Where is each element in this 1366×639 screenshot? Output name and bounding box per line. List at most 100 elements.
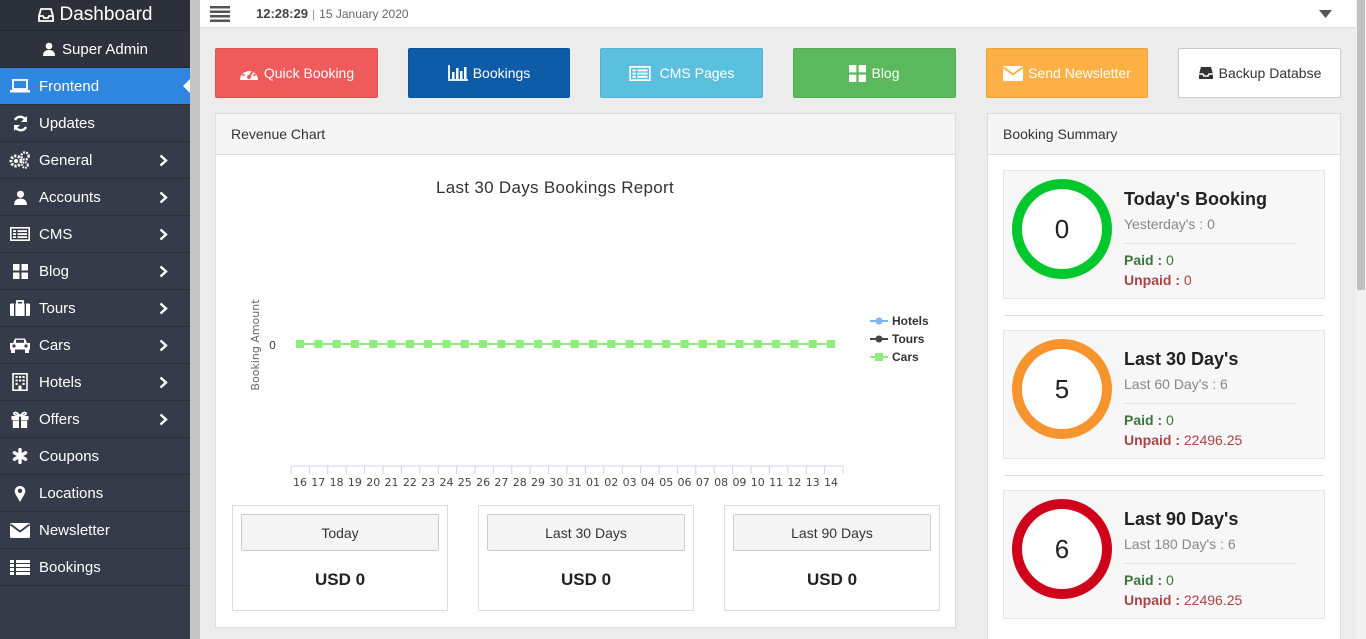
sidebar-item-label: Tours <box>39 299 76 317</box>
sidebar-item-offers[interactable]: Offers <box>0 401 190 438</box>
envelope-icon <box>1003 65 1024 81</box>
data-point[interactable] <box>442 340 451 348</box>
data-point[interactable] <box>753 340 762 348</box>
bookings-button[interactable]: Bookings <box>408 48 570 98</box>
stat-last-90-days-button[interactable]: Last 90 Days <box>733 514 931 551</box>
backup-database-button[interactable]: Backup Databse <box>1178 48 1341 98</box>
data-point[interactable] <box>680 340 689 348</box>
sidebar-item-cms[interactable]: CMS <box>0 216 190 253</box>
data-point[interactable] <box>607 340 616 348</box>
x-tick-label: 10 <box>751 476 765 489</box>
data-point[interactable] <box>570 340 579 348</box>
x-tick-label: 16 <box>293 476 307 489</box>
sidebar-item-hotels[interactable]: Hotels <box>0 364 190 401</box>
x-tick-label: 12 <box>787 476 801 489</box>
data-point[interactable] <box>387 340 396 348</box>
sidebar-item-frontend[interactable]: Frontend <box>0 68 190 105</box>
data-point[interactable] <box>296 340 304 348</box>
legend-marker <box>875 317 883 325</box>
sidebar-item-label: Accounts <box>39 188 101 206</box>
chart-legend[interactable]: Hotels Tours Cars <box>870 314 929 364</box>
x-tick-label: 04 <box>641 476 655 489</box>
sidebar-item-tours[interactable]: Tours <box>0 290 190 327</box>
sidebar-item-locations[interactable]: Locations <box>0 475 190 512</box>
quick-booking-button[interactable]: Quick Booking <box>215 48 378 98</box>
legend-item-tours[interactable]: Tours <box>870 332 925 346</box>
data-point[interactable] <box>625 340 634 348</box>
stat-last-30-days-button[interactable]: Last 30 Days <box>487 514 685 551</box>
sidebar-item-blog[interactable]: Blog <box>0 253 190 290</box>
summary-count: 0 <box>1054 213 1070 244</box>
legend-item-hotels[interactable]: Hotels <box>870 314 929 328</box>
sidebar-item-general[interactable]: General <box>0 142 190 179</box>
stat-today-button[interactable]: Today <box>241 514 439 551</box>
chevron-right-icon <box>159 376 168 389</box>
stat-last-90-days-value: USD 0 <box>806 570 858 589</box>
data-point[interactable] <box>698 340 707 348</box>
revenue-chart-panel: Revenue Chart Last 30 Days Bookings Repo… <box>215 113 956 628</box>
data-point[interactable] <box>515 340 524 348</box>
asterisk-icon <box>9 446 31 466</box>
cms-pages-button[interactable]: CMS Pages <box>600 48 763 98</box>
page-scrollbar[interactable] <box>1356 0 1366 639</box>
send-newsletter-button[interactable]: Send Newsletter <box>986 48 1148 98</box>
data-point[interactable] <box>369 340 378 348</box>
top-bar: 12:28:29 | 15 January 2020 <box>200 0 1356 28</box>
user-icon <box>43 42 56 56</box>
x-tick-label: 07 <box>696 476 710 489</box>
x-tick-label: 13 <box>806 476 820 489</box>
data-point[interactable] <box>735 340 744 348</box>
menu-toggle-icon[interactable] <box>210 5 230 22</box>
data-point[interactable] <box>643 340 652 348</box>
data-point[interactable] <box>479 340 488 348</box>
data-point[interactable] <box>314 340 323 348</box>
revenue-chart-header: Revenue Chart <box>216 114 955 155</box>
chart-x-axis: 16 17 18 19 20 21 22 23 24 25 26 27 28 29 30 31 01 02 03 04… <box>290 465 844 489</box>
legend-label: Hotels <box>892 314 929 328</box>
sidebar-item-accounts[interactable]: Accounts <box>0 179 190 216</box>
summary-card-subtitle: Last 180 Day's : 6 <box>1124 536 1236 552</box>
chart-y-tick-label: 0 <box>269 339 276 352</box>
legend-item-cars[interactable]: Cars <box>870 350 919 364</box>
sidebar-item-newsletter[interactable]: Newsletter <box>0 512 190 549</box>
data-point[interactable] <box>790 340 799 348</box>
sidebar-item-coupons[interactable]: Coupons <box>0 438 190 475</box>
data-point[interactable] <box>717 340 726 348</box>
summary-divider <box>1124 563 1296 564</box>
data-point[interactable] <box>808 340 817 348</box>
sidebar-item-updates[interactable]: Updates <box>0 105 190 142</box>
paid-value: 0 <box>1166 252 1174 268</box>
data-point[interactable] <box>772 340 781 348</box>
summary-unpaid: Unpaid : 22496.25 <box>1124 592 1242 608</box>
data-point[interactable] <box>460 340 469 348</box>
data-point[interactable] <box>534 340 543 348</box>
data-point[interactable] <box>405 340 414 348</box>
data-point[interactable] <box>424 340 433 348</box>
summary-count-ring: 6 <box>1012 499 1112 599</box>
summary-count-ring: 0 <box>1012 179 1112 279</box>
data-point[interactable] <box>827 340 835 348</box>
scrollbar-thumb[interactable] <box>1357 0 1365 290</box>
data-point[interactable] <box>588 340 597 348</box>
chevron-right-icon <box>159 228 168 241</box>
unpaid-label: Unpaid : <box>1124 592 1180 608</box>
sidebar-item-cars[interactable]: Cars <box>0 327 190 364</box>
chevron-right-icon <box>159 265 168 278</box>
blog-button[interactable]: Blog <box>793 48 956 98</box>
gift-icon <box>9 409 31 429</box>
sidebar-item-bookings[interactable]: Bookings <box>0 549 190 586</box>
booking-summary-panel: Booking Summary 0 Today's Booking Yester… <box>987 113 1341 639</box>
data-point[interactable] <box>662 340 671 348</box>
data-point[interactable] <box>552 340 561 348</box>
sidebar-scroll-gutter <box>190 0 200 639</box>
booking-summary-header: Booking Summary <box>988 114 1340 155</box>
data-point[interactable] <box>497 340 506 348</box>
data-point[interactable] <box>332 340 341 348</box>
user-name: Super Admin <box>62 40 148 58</box>
user-profile[interactable]: Super Admin <box>0 31 190 68</box>
caret-down-icon[interactable] <box>1319 10 1332 18</box>
list-icon <box>9 557 31 577</box>
data-point[interactable] <box>350 340 359 348</box>
x-tick-label: 03 <box>623 476 637 489</box>
sidebar-brand[interactable]: Dashboard <box>0 0 190 31</box>
